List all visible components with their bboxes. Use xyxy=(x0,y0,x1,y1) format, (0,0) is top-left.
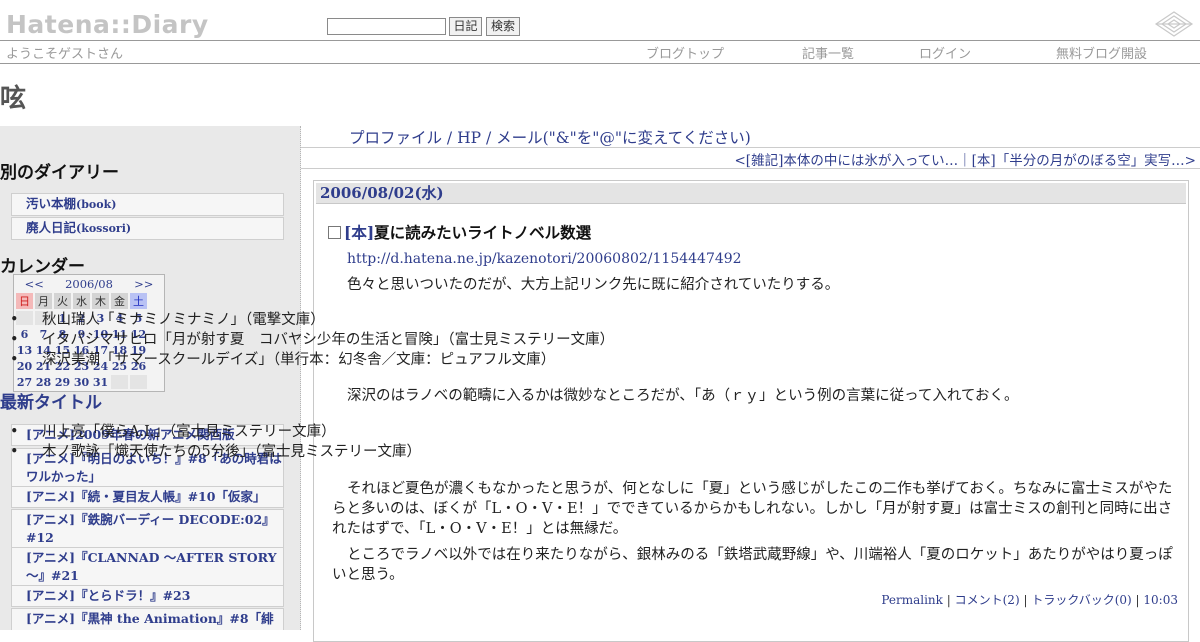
other-diary-name: 汚い本棚 xyxy=(26,196,77,211)
other-diary-id: (kossori) xyxy=(76,222,132,235)
list-item: 木ノ歌詠「熾天使たちの5分後」（富士見ミステリー文庫） xyxy=(1,442,421,462)
paragraph: ところでラノベ以外では在り来たりながら、銀林みのる「鉄塔武蔵野線」や、川端裕人「… xyxy=(332,547,1173,583)
day-date[interactable]: 2006/08/02(水) xyxy=(316,183,1186,204)
welcome-text: ようこそゲストさん xyxy=(6,47,124,62)
sidebar: 別のダイアリー 汚い本棚(book) 廃人日記(kossori) カレンダー <… xyxy=(0,126,301,630)
list-item: イタバシマサヒロ「月が射す夏 コバヤシ少年の生活と冒険」（富士見ミステリー文庫） xyxy=(1,330,614,350)
calendar-day[interactable]: 31 xyxy=(92,375,109,389)
other-diary-name: 廃人日記 xyxy=(26,220,77,235)
list-item: 秋山瑞人「ミナミノミナミノ」（電撃文庫） xyxy=(1,310,614,330)
paragraph: 深沢のはラノベの範疇に入るかは微妙なところだが、「あ（ｒｙ」という例の言葉に従っ… xyxy=(347,388,1019,404)
weekday-label: 木 xyxy=(92,293,109,309)
calendar-day[interactable]: 28 xyxy=(35,375,52,389)
weekday-label: 土 xyxy=(130,293,147,309)
calendar-blank-cell xyxy=(130,375,147,389)
site-header: Hatena::Diary 日記 検索 ようこそゲストさん ブログトップ 記事一… xyxy=(0,0,1200,64)
recent-title-link[interactable]: [アニメ]『続・夏目友人帳』#10「仮家」 xyxy=(11,486,284,508)
calendar-day[interactable]: 29 xyxy=(54,375,71,389)
other-diary-link[interactable]: 廃人日記(kossori) xyxy=(11,217,284,240)
list-item: 川上亮「僕らA.I.」（富士見ミステリー文庫） xyxy=(1,422,421,442)
calendar-prev-link[interactable]: << xyxy=(25,277,44,291)
recent-title-link[interactable]: [アニメ]『黒神 the Animation』#8「緋馬一族」 xyxy=(11,608,284,630)
diary-title[interactable]: 呟 xyxy=(0,78,26,115)
book-list: 川上亮「僕らA.I.」（富士見ミステリー文庫） 木ノ歌詠「熾天使たちの5分後」（… xyxy=(1,422,421,462)
section-title: [本]夏に読みたいライトノベル数選 xyxy=(328,221,591,243)
other-diary-link[interactable]: 汚い本棚(book) xyxy=(11,193,284,216)
weekday-label: 日 xyxy=(16,293,33,309)
other-diaries-heading: 別のダイアリー xyxy=(0,163,119,183)
calendar-blank-cell xyxy=(111,375,128,389)
nav-login[interactable]: ログイン xyxy=(919,43,971,62)
list-item: 深沢美潮「サマースクールデイズ」（単行本：幻冬舎／文庫：ピュアフル文庫） xyxy=(1,350,614,370)
other-diary-id: (book) xyxy=(76,198,117,211)
weekday-label: 月 xyxy=(35,293,52,309)
calendar-day[interactable]: 27 xyxy=(16,375,33,389)
paragraph: 色々と思いついたのだが、大方上記リンク先に既に紹介されていたりする。 xyxy=(347,277,840,293)
permalink-link[interactable]: Permalink xyxy=(881,593,943,607)
section-title-text: 夏に読みたいライトノベル数選 xyxy=(374,223,592,242)
section-anchor-icon[interactable] xyxy=(328,226,341,239)
nav-blog-top[interactable]: ブログトップ xyxy=(646,43,724,62)
recent-title-link[interactable]: [アニメ]『CLANNAD ～AFTER STORY～』#21 xyxy=(11,547,284,587)
nav-article-list[interactable]: 記事一覧 xyxy=(802,43,854,62)
search-input[interactable] xyxy=(327,18,446,35)
search-button[interactable]: 検索 xyxy=(486,17,520,36)
trackback-link[interactable]: トラックバック(0) xyxy=(1031,593,1131,607)
weekday-label: 金 xyxy=(111,293,128,309)
calendar-day[interactable]: 30 xyxy=(73,375,90,389)
weekday-label: 火 xyxy=(54,293,71,309)
hatena-diary-logo[interactable]: Hatena::Diary xyxy=(6,10,209,39)
reference-url[interactable]: http://d.hatena.ne.jp/kazenotori/2006080… xyxy=(347,249,742,269)
section-category[interactable]: [本] xyxy=(344,223,374,242)
weekday-label: 水 xyxy=(73,293,90,309)
recent-title-link[interactable]: [アニメ]『鉄腕バーディー DECODE:02』#12 xyxy=(11,509,284,549)
day-entry: 2006/08/02(水) [本]夏に読みたいライトノベル数選 http://d… xyxy=(10,180,1189,642)
search-diary-button[interactable]: 日記 xyxy=(449,17,482,36)
hatena-logo-icon[interactable] xyxy=(1152,10,1196,38)
recent-titles-heading[interactable]: 最新タイトル xyxy=(0,388,102,413)
calendar-month-link[interactable]: 2006/08 xyxy=(65,277,113,291)
prev-next-links[interactable]: <[雑記]本体の中には氷が入ってい…｜[本]「半分の月がのぼる空」実写…> xyxy=(734,149,1196,169)
comments-link[interactable]: コメント(2) xyxy=(955,593,1020,607)
profile-links[interactable]: プロファイル / HP / メール("&"を"@"に変えてください) xyxy=(349,126,751,148)
nav-open-blog[interactable]: 無料ブログ開設 xyxy=(1056,43,1147,62)
entry-footer: Permalink | コメント(2) | トラックバック(0) | 10:03 xyxy=(881,593,1178,607)
book-list: 秋山瑞人「ミナミノミナミノ」（電撃文庫） イタバシマサヒロ「月が射す夏 コバヤシ… xyxy=(1,310,614,370)
paragraph: それほど夏色が濃くもなかったと思うが、何となしに「夏」という感じがしたこの二作も… xyxy=(332,481,1173,537)
calendar-next-link[interactable]: >> xyxy=(134,277,153,291)
recent-title-link[interactable]: [アニメ]『とらドラ！』#23 xyxy=(11,585,284,607)
entry-time: 10:03 xyxy=(1143,593,1178,607)
